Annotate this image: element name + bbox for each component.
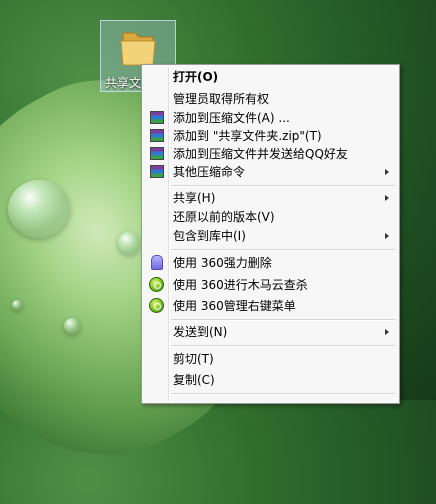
- menu-item-add-to-zip[interactable]: 添加到 "共享文件夹.zip"(T): [144, 126, 397, 146]
- winrar-icon: [149, 110, 165, 126]
- menu-item-add-to-archive[interactable]: 添加到压缩文件(A) ...: [144, 108, 397, 128]
- menu-item-label: 复制(C): [173, 373, 215, 387]
- menu-item-label: 使用 360进行木马云查杀: [173, 278, 308, 292]
- menu-item-force-delete-360[interactable]: 使用 360强力删除: [144, 253, 397, 273]
- menu-item-restore-previous[interactable]: 还原以前的版本(V): [144, 207, 397, 227]
- menu-item-cut[interactable]: 剪切(T): [144, 349, 397, 369]
- menu-item-label: 发送到(N): [173, 325, 228, 339]
- menu-item-label: 打开(O): [173, 70, 219, 84]
- folder-icon: [120, 32, 156, 66]
- menu-item-label: 剪切(T): [173, 352, 214, 366]
- shredder-icon: [149, 255, 165, 271]
- menu-item-manage-menu-360[interactable]: 使用 360管理右键菜单: [144, 296, 397, 316]
- menu-item-label: 添加到压缩文件并发送给QQ好友: [173, 147, 348, 161]
- submenu-arrow-icon: [385, 169, 389, 175]
- menu-item-add-and-send-qq[interactable]: 添加到压缩文件并发送给QQ好友: [144, 144, 397, 164]
- menu-item-label: 包含到库中(I): [173, 229, 246, 243]
- submenu-arrow-icon: [385, 195, 389, 201]
- winrar-icon: [149, 164, 165, 180]
- menu-item-copy[interactable]: 复制(C): [144, 370, 397, 390]
- 360-security-icon: [149, 277, 165, 293]
- water-droplet: [12, 300, 22, 310]
- context-menu: 打开(O) 管理员取得所有权 添加到压缩文件(A) ... 添加到 "共享文件夹…: [141, 64, 400, 404]
- winrar-icon: [149, 128, 165, 144]
- menu-item-label: 使用 360管理右键菜单: [173, 299, 296, 313]
- menu-separator: [171, 249, 395, 251]
- menu-separator: [171, 319, 395, 321]
- menu-item-other-compress[interactable]: 其他压缩命令: [144, 162, 397, 182]
- menu-item-label: 添加到压缩文件(A) ...: [173, 111, 290, 125]
- water-droplet: [8, 180, 70, 238]
- menu-item-trojan-scan-360[interactable]: 使用 360进行木马云查杀: [144, 275, 397, 295]
- menu-item-send-to[interactable]: 发送到(N): [144, 322, 397, 342]
- menu-item-label: 共享(H): [173, 191, 216, 205]
- menu-item-label: 使用 360强力删除: [173, 256, 272, 270]
- menu-item-take-ownership[interactable]: 管理员取得所有权: [144, 89, 397, 109]
- winrar-icon: [149, 146, 165, 162]
- menu-item-label: 还原以前的版本(V): [173, 210, 275, 224]
- menu-item-label: 管理员取得所有权: [173, 92, 270, 106]
- menu-item-label: 添加到 "共享文件夹.zip"(T): [173, 129, 322, 143]
- menu-item-open[interactable]: 打开(O): [144, 67, 397, 87]
- submenu-arrow-icon: [385, 329, 389, 335]
- menu-item-share[interactable]: 共享(H): [144, 188, 397, 208]
- menu-item-label: 其他压缩命令: [173, 165, 246, 179]
- 360-security-icon: [149, 298, 165, 314]
- menu-separator: [171, 393, 395, 395]
- menu-item-include-in-library[interactable]: 包含到库中(I): [144, 226, 397, 246]
- water-droplet: [118, 232, 140, 254]
- menu-separator: [171, 185, 395, 187]
- submenu-arrow-icon: [385, 233, 389, 239]
- water-droplet: [64, 318, 80, 334]
- menu-separator: [171, 345, 395, 347]
